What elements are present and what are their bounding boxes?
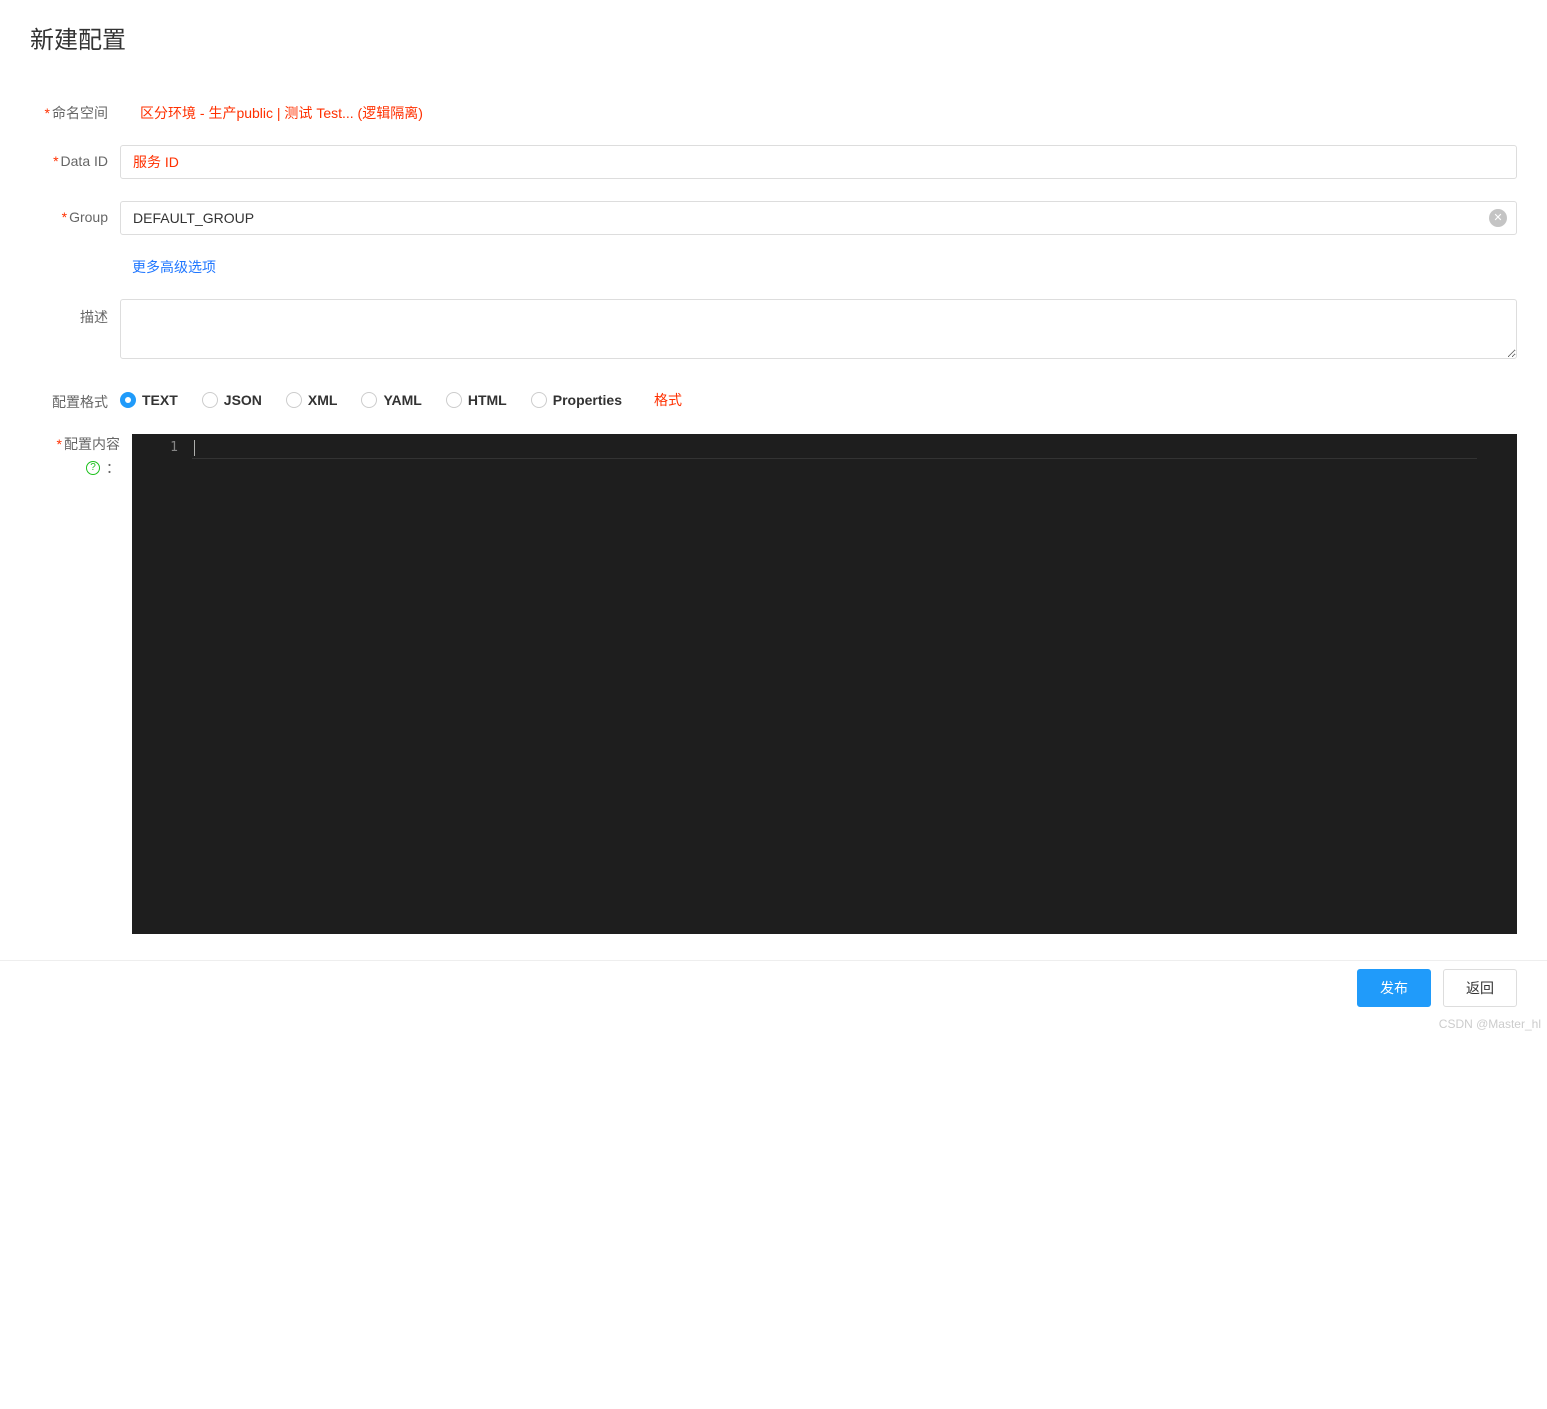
row-data-id: *Data ID xyxy=(30,145,1517,179)
watermark: CSDN @Master_hl xyxy=(0,1015,1547,1035)
radio-circle-icon xyxy=(531,392,547,408)
row-namespace: *命名空间 区分环境 - 生产public | 测试 Test... (逻辑隔离… xyxy=(30,95,1517,123)
radio-properties[interactable]: Properties xyxy=(531,392,622,408)
description-textarea[interactable] xyxy=(120,299,1517,359)
code-editor[interactable]: 1 xyxy=(132,434,1517,934)
footer-bar: 发布 返回 xyxy=(0,960,1547,1015)
format-radio-group: TEXT JSON XML YAML HTML xyxy=(120,384,1517,410)
back-button[interactable]: 返回 xyxy=(1443,969,1517,1007)
radio-circle-icon xyxy=(120,392,136,408)
label-content: *配置内容 ? ： xyxy=(30,434,120,934)
label-format: 配置格式 xyxy=(30,384,120,412)
editor-gutter: 1 xyxy=(132,434,192,934)
group-input[interactable] xyxy=(120,201,1517,235)
radio-yaml[interactable]: YAML xyxy=(361,392,421,408)
namespace-annotation: 区分环境 - 生产public | 测试 Test... (逻辑隔离) xyxy=(140,95,423,123)
help-icon[interactable]: ? xyxy=(86,461,100,475)
editor-area[interactable] xyxy=(192,434,1517,934)
format-annotation: 格式 xyxy=(654,390,682,410)
colon: ： xyxy=(106,458,120,478)
radio-xml[interactable]: XML xyxy=(286,392,338,408)
editor-cursor xyxy=(194,440,195,456)
page-title: 新建配置 xyxy=(30,20,1517,55)
row-content: *配置内容 ? ： 1 xyxy=(30,434,1517,934)
label-description: 描述 xyxy=(30,299,120,327)
clear-icon[interactable]: ✕ xyxy=(1489,209,1507,227)
radio-circle-icon xyxy=(361,392,377,408)
radio-json[interactable]: JSON xyxy=(202,392,262,408)
label-data-id: *Data ID xyxy=(30,145,120,169)
editor-line-border xyxy=(192,458,1477,459)
radio-circle-icon xyxy=(446,392,462,408)
radio-circle-icon xyxy=(202,392,218,408)
row-description: 描述 xyxy=(30,299,1517,362)
radio-html[interactable]: HTML xyxy=(446,392,507,408)
radio-circle-icon xyxy=(286,392,302,408)
more-options-link[interactable]: 更多高级选项 xyxy=(132,257,216,277)
row-format: 配置格式 TEXT JSON XML YAML xyxy=(30,384,1517,412)
label-namespace: *命名空间 xyxy=(30,95,120,123)
data-id-input[interactable] xyxy=(120,145,1517,179)
radio-text[interactable]: TEXT xyxy=(120,392,178,408)
publish-button[interactable]: 发布 xyxy=(1357,969,1431,1007)
label-group: *Group xyxy=(30,201,120,225)
row-group: *Group ✕ xyxy=(30,201,1517,235)
